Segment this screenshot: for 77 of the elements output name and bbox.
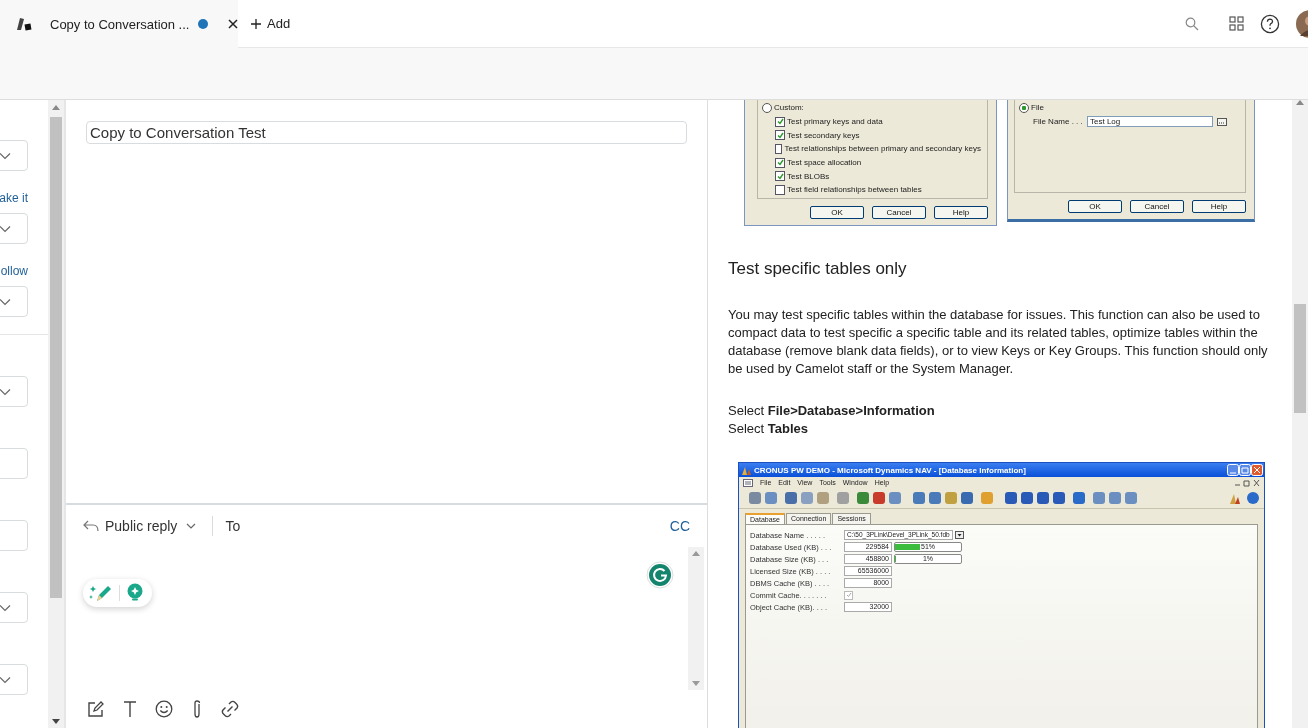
search-icon[interactable]: [1185, 16, 1199, 31]
chevron-down-icon: [0, 388, 11, 396]
magic-pencil-icon[interactable]: [89, 583, 113, 603]
link-icon[interactable]: [221, 700, 239, 718]
ai-tools-pill[interactable]: [83, 579, 152, 607]
radio-button[interactable]: [762, 102, 772, 113]
check-icon: [845, 592, 852, 598]
reply-mode-dropdown[interactable]: Public reply: [105, 518, 197, 534]
plus-icon: [251, 18, 261, 29]
file-name-field[interactable]: Test Log: [1087, 116, 1213, 128]
window-controls-drawing[interactable]: [1234, 478, 1260, 487]
option-label: Test field relationships between tables: [787, 185, 922, 195]
dialog-button[interactable]: OK: [810, 206, 864, 219]
option-label: Custom:: [774, 103, 804, 113]
emoji-icon[interactable]: [155, 700, 173, 718]
text-format-icon[interactable]: [123, 700, 137, 718]
checkbox[interactable]: [775, 143, 783, 154]
assist-button-icon[interactable]: [954, 531, 964, 539]
link[interactable]: ollow: [0, 264, 28, 278]
chevron-down-icon: [0, 604, 11, 612]
option-label: Test secondary keys: [787, 130, 860, 140]
logo-icon: [16, 17, 32, 31]
dialog-button[interactable]: OK: [1068, 200, 1122, 213]
window-title: CRONUS PW DEMO - Microsoft Dynamics NAV - [Database Information]: [754, 465, 1026, 475]
option-label: Test space allocation: [787, 158, 862, 168]
dialog-button[interactable]: Cancel: [872, 206, 926, 219]
dialog-button[interactable]: Help: [934, 206, 988, 219]
help-icon[interactable]: [1260, 13, 1280, 34]
chevron-down-icon: [0, 298, 11, 306]
checkbox[interactable]: [775, 116, 785, 127]
to-label: To: [225, 518, 241, 534]
scroll-up-icon[interactable]: [52, 105, 60, 110]
instruction-step: Select Tables: [728, 420, 1292, 438]
apps-grid-icon[interactable]: [1229, 16, 1244, 31]
field-label: File Name . . .: [1033, 117, 1083, 127]
link[interactable]: ake it: [0, 191, 28, 205]
app-icon: [742, 465, 751, 475]
scrollbar[interactable]: [48, 100, 66, 728]
scroll-thumb[interactable]: [50, 117, 62, 598]
scrollbar[interactable]: [688, 547, 704, 690]
radio-button[interactable]: [1019, 102, 1029, 113]
scrollbar[interactable]: [1292, 100, 1308, 728]
help-drawing[interactable]: [1230, 491, 1260, 505]
scroll-down-icon[interactable]: [52, 719, 60, 724]
reply-icon: [83, 520, 99, 532]
add-tab-button[interactable]: Add: [238, 16, 291, 31]
checkbox[interactable]: [775, 184, 785, 195]
section-heading: Test specific tables only: [728, 259, 908, 279]
option-label: Test primary keys and data: [787, 117, 883, 127]
compose-icon[interactable]: [87, 700, 105, 718]
checkbox[interactable]: [775, 130, 785, 141]
scroll-up-icon[interactable]: [692, 551, 700, 556]
checkbox[interactable]: [844, 590, 853, 600]
paragraph: You may test specific tables within the database for issues. This function can also be used to compact data to test specific a specific table and its related tables, optimize tables within the database (remove blank data fields), or to view Keys or Key Groups. This function should only be used by Camelot staff or the System Manager.: [728, 306, 1269, 378]
chevron-down-icon: [186, 523, 197, 529]
subject-field[interactable]: Copy to Conversation Test: [86, 121, 687, 144]
window-controls-drawing[interactable]: [1227, 464, 1263, 476]
checkbox[interactable]: [775, 171, 785, 182]
option-label: File: [1031, 103, 1044, 113]
menu-icon[interactable]: [743, 478, 753, 487]
scroll-thumb[interactable]: [1294, 304, 1306, 413]
option-label: Test relationships between primary and secondary keys: [784, 144, 981, 154]
paperclip-icon[interactable]: [191, 699, 203, 719]
checkbox[interactable]: [775, 157, 785, 168]
close-icon[interactable]: [228, 19, 239, 29]
grammar-assistant-icon[interactable]: [646, 561, 674, 589]
ticket-tab[interactable]: Copy to Conversation ...: [0, 0, 238, 48]
cc-link[interactable]: CC: [669, 518, 690, 534]
browse-icon[interactable]: [1217, 117, 1227, 126]
dialog-button[interactable]: Cancel: [1130, 200, 1184, 213]
chevron-down-icon: [0, 152, 11, 160]
instruction-step: Select File>Database>Information: [728, 402, 1292, 420]
chevron-down-icon: [0, 676, 11, 684]
lightbulb-icon[interactable]: [126, 583, 144, 603]
option-label: Test BLOBs: [787, 171, 830, 181]
dialog-button[interactable]: Help: [1192, 200, 1246, 213]
chevron-down-icon: [0, 225, 11, 233]
